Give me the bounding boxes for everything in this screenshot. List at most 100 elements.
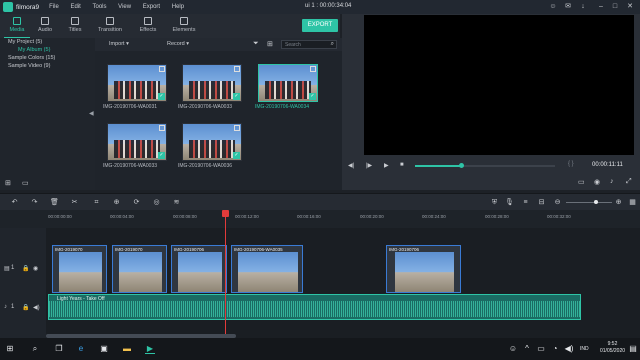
- progress-knob[interactable]: [459, 163, 464, 168]
- playhead-handle[interactable]: [222, 210, 229, 217]
- audio-settings-icon[interactable]: ≋: [172, 198, 181, 207]
- search-icon[interactable]: ⌕: [331, 41, 334, 48]
- video-clip[interactable]: IMG-20190706: [386, 245, 461, 293]
- import-dropdown[interactable]: Import ▾: [109, 41, 129, 47]
- edge-icon[interactable]: e: [76, 344, 86, 354]
- menu-file[interactable]: File: [49, 4, 59, 10]
- redo-icon[interactable]: ↷: [30, 198, 39, 207]
- lock-icon[interactable]: 🔒: [22, 304, 29, 311]
- close-icon[interactable]: ✕: [625, 2, 635, 12]
- ruler-label: 00:00:08:00: [173, 214, 197, 219]
- zoom-out-icon[interactable]: ⊖: [553, 198, 562, 207]
- mail-icon[interactable]: ✉: [563, 2, 573, 12]
- mark-in-out[interactable]: { }: [568, 161, 574, 167]
- eye-icon[interactable]: ◉: [33, 265, 38, 272]
- collapse-arrow-icon[interactable]: ◀: [89, 110, 94, 117]
- menu-view[interactable]: View: [118, 4, 131, 10]
- language-indicator[interactable]: IND: [580, 346, 589, 352]
- download-icon[interactable]: ↓: [578, 2, 588, 12]
- zoom-icon[interactable]: ⊕: [112, 198, 121, 207]
- tab-audio[interactable]: Audio: [28, 16, 62, 38]
- video-clip[interactable]: IMG-20190706: [171, 245, 227, 293]
- battery-icon[interactable]: ▭: [536, 344, 546, 354]
- media-thumb[interactable]: ✓: [258, 64, 318, 102]
- menu-tools[interactable]: Tools: [92, 4, 106, 10]
- tab-transition[interactable]: Transition: [93, 16, 127, 38]
- store-icon[interactable]: ▣: [99, 344, 109, 354]
- video-clip[interactable]: IMG-2019070: [112, 245, 167, 293]
- list-icon[interactable]: ≡: [521, 198, 530, 207]
- monitor-icon[interactable]: ▭: [578, 178, 585, 186]
- playback-progress[interactable]: [415, 163, 555, 168]
- windows-start-icon[interactable]: ⊞: [5, 344, 15, 354]
- search-icon[interactable]: ⌕: [30, 344, 40, 354]
- text-icon: [71, 17, 79, 25]
- account-icon[interactable]: ☺: [548, 2, 558, 12]
- zoom-knob[interactable]: [594, 200, 598, 204]
- search-box[interactable]: Search ⌕: [281, 40, 337, 49]
- fullscreen-icon[interactable]: ⤢: [626, 178, 632, 186]
- media-tabs: Media Audio Titles Transition Effects El…: [0, 14, 340, 38]
- speed-icon[interactable]: ⟳: [132, 198, 141, 207]
- undo-icon[interactable]: ↶: [10, 198, 19, 207]
- tab-titles[interactable]: Titles: [58, 16, 92, 38]
- media-thumb[interactable]: ✓: [107, 64, 167, 102]
- lock-icon[interactable]: 🔒: [22, 265, 29, 272]
- search-input[interactable]: Search: [285, 42, 301, 48]
- filmora-taskbar-icon[interactable]: ▶: [145, 344, 155, 354]
- step-back-icon[interactable]: ◀|: [348, 162, 354, 169]
- volume-icon[interactable]: ♪: [610, 178, 614, 185]
- crop-icon[interactable]: ⌗: [92, 198, 101, 207]
- file-explorer-icon[interactable]: ▬: [122, 344, 132, 354]
- preview-screen: [364, 15, 634, 155]
- snapshot-icon[interactable]: ◉: [594, 178, 600, 186]
- new-folder-icon[interactable]: ⊞: [5, 179, 11, 187]
- cut-icon[interactable]: ✂: [70, 198, 79, 207]
- menu-edit[interactable]: Edit: [70, 4, 80, 10]
- record-dropdown[interactable]: Record ▾: [167, 41, 189, 47]
- people-icon[interactable]: ☺: [508, 344, 518, 354]
- library-panel: My Project (5) My Album (5) Sample Color…: [0, 38, 95, 176]
- play-icon[interactable]: ▶: [384, 162, 389, 169]
- stop-icon[interactable]: ■: [400, 162, 404, 168]
- tray-arrow-icon[interactable]: ^: [522, 344, 532, 354]
- zoom-in-icon[interactable]: ⊕: [614, 198, 623, 207]
- speaker-icon[interactable]: ◀): [564, 344, 574, 354]
- media-thumb[interactable]: ✓: [107, 123, 167, 161]
- delete-icon[interactable]: 🗑: [50, 198, 59, 207]
- speaker-icon[interactable]: ◀): [33, 304, 40, 311]
- grid-view-icon[interactable]: ⊞: [267, 40, 273, 48]
- zoom-slider[interactable]: [566, 200, 612, 204]
- media-thumb[interactable]: ✓: [182, 64, 242, 102]
- folder-icon[interactable]: ▭: [22, 179, 29, 187]
- menu-export[interactable]: Export: [143, 4, 160, 10]
- video-clip[interactable]: IMG-2019070: [52, 245, 107, 293]
- tab-elements[interactable]: Elements: [167, 16, 201, 38]
- playhead[interactable]: [222, 210, 229, 338]
- video-clip[interactable]: IMG-20190706-WA0035: [231, 245, 303, 293]
- library-sample-colors[interactable]: Sample Colors (15): [8, 55, 55, 61]
- filter-icon[interactable]: ⏷: [253, 40, 259, 48]
- menu-help[interactable]: Help: [172, 4, 184, 10]
- export-button[interactable]: EXPORT: [302, 19, 338, 32]
- task-view-icon[interactable]: ❐: [54, 344, 64, 354]
- media-caption: IMG-20190706-WA0033: [178, 104, 233, 110]
- timeline-ruler[interactable]: 00:00:00:00 00:00:04:00 00:00:08:00 00:0…: [0, 210, 640, 228]
- prev-frame-icon[interactable]: |▶: [366, 162, 372, 169]
- audio-clip[interactable]: Light Years - Take Off: [48, 294, 581, 320]
- fit-icon[interactable]: ▦: [628, 198, 637, 207]
- snap-icon[interactable]: ⊟: [537, 198, 546, 207]
- library-my-project[interactable]: My Project (5): [8, 39, 42, 45]
- wifi-icon[interactable]: ◔: [550, 344, 560, 354]
- system-clock[interactable]: 9:52 01/05/2020: [600, 341, 625, 355]
- library-sample-video[interactable]: Sample Video (9): [8, 63, 50, 69]
- library-my-album[interactable]: My Album (5): [18, 47, 50, 53]
- notifications-icon[interactable]: ▤: [628, 344, 638, 354]
- maximize-icon[interactable]: □: [610, 2, 620, 12]
- microphone-icon[interactable]: 🎙: [505, 198, 514, 207]
- minimize-icon[interactable]: –: [596, 2, 606, 12]
- color-icon[interactable]: ◎: [152, 198, 161, 207]
- media-thumb[interactable]: ✓: [182, 123, 242, 161]
- tab-effects[interactable]: Effects: [131, 16, 165, 38]
- shield-icon[interactable]: ⛨: [490, 198, 499, 207]
